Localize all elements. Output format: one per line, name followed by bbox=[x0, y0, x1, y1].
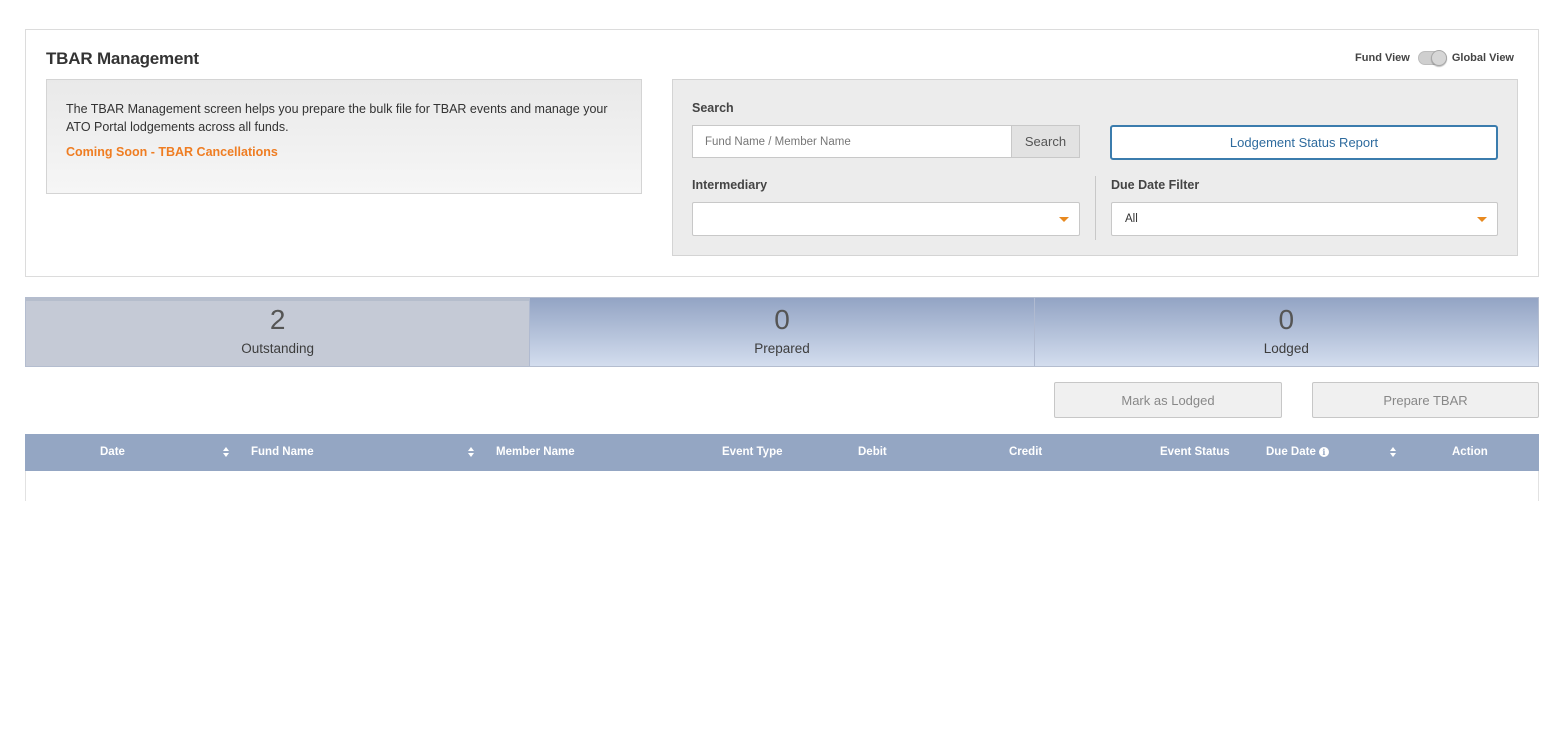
intermediary-label: Intermediary bbox=[692, 178, 768, 192]
column-header-event-status: Event Status bbox=[1160, 446, 1230, 458]
column-header-debit: Debit bbox=[858, 446, 887, 458]
due-date-filter-label: Due Date Filter bbox=[1111, 178, 1200, 192]
info-box: The TBAR Management screen helps you pre… bbox=[46, 79, 642, 194]
due-date-filter-select[interactable]: All bbox=[1111, 202, 1498, 236]
sort-icon[interactable] bbox=[223, 447, 230, 458]
lodged-count: 0 bbox=[1278, 304, 1295, 335]
lodgement-status-report-button[interactable]: Lodgement Status Report bbox=[1110, 125, 1498, 160]
toggle-knob[interactable] bbox=[1430, 50, 1447, 66]
column-header-member-name: Member Name bbox=[496, 446, 575, 458]
tab-outstanding[interactable]: 2 Outstanding bbox=[26, 298, 531, 366]
search-label: Search bbox=[692, 101, 734, 115]
intermediary-select[interactable] bbox=[692, 202, 1080, 236]
fund-view-label: Fund View bbox=[1355, 52, 1410, 64]
tab-prepared[interactable]: 0 Prepared bbox=[530, 298, 1035, 366]
column-header-credit: Credit bbox=[1009, 446, 1043, 458]
tab-lodged[interactable]: 0 Lodged bbox=[1034, 298, 1538, 366]
table-body bbox=[25, 471, 1539, 501]
sort-icon[interactable] bbox=[468, 447, 475, 458]
search-input[interactable] bbox=[692, 125, 1012, 158]
mark-as-lodged-button[interactable]: Mark as Lodged bbox=[1054, 382, 1282, 418]
status-tabs: 2 Outstanding 0 Prepared 0 Lodged bbox=[25, 297, 1539, 367]
column-header-action: Action bbox=[1452, 446, 1488, 458]
due-date-filter-value: All bbox=[1125, 213, 1138, 225]
column-header-date[interactable]: Date bbox=[100, 434, 125, 471]
prepared-label: Prepared bbox=[754, 341, 810, 356]
info-icon[interactable]: i bbox=[1318, 447, 1329, 457]
info-description: The TBAR Management screen helps you pre… bbox=[66, 102, 608, 134]
chevron-down-icon bbox=[1059, 217, 1069, 222]
global-view-label: Global View bbox=[1451, 52, 1514, 64]
column-header-due-date[interactable]: Due Date i bbox=[1266, 434, 1329, 471]
filter-divider bbox=[1095, 176, 1096, 240]
due-date-header-label: Due Date bbox=[1266, 446, 1316, 458]
table-header: Date Fund Name Member Name Event Type De… bbox=[25, 434, 1539, 471]
prepare-tbar-button[interactable]: Prepare TBAR bbox=[1312, 382, 1539, 418]
view-toggle[interactable]: Fund View Global View bbox=[1355, 50, 1514, 66]
outstanding-count: 2 bbox=[269, 304, 286, 335]
column-header-event-type: Event Type bbox=[722, 446, 783, 458]
lodged-label: Lodged bbox=[1263, 341, 1309, 356]
prepared-count: 0 bbox=[774, 304, 790, 335]
page-title: TBAR Management bbox=[46, 49, 199, 68]
view-toggle-switch[interactable] bbox=[1417, 50, 1447, 66]
outstanding-label: Outstanding bbox=[241, 341, 315, 356]
sort-icon[interactable] bbox=[1390, 447, 1397, 458]
column-header-fund-name[interactable]: Fund Name bbox=[251, 434, 314, 471]
search-button[interactable]: Search bbox=[1011, 125, 1080, 158]
search-filter-box: Search Search Lodgement Status Report In… bbox=[672, 79, 1518, 256]
coming-soon-link[interactable]: Coming Soon - TBAR Cancellations bbox=[66, 145, 622, 159]
tbar-management-panel: TBAR Management Fund View Global View Th… bbox=[25, 29, 1539, 277]
chevron-down-icon bbox=[1477, 217, 1487, 222]
